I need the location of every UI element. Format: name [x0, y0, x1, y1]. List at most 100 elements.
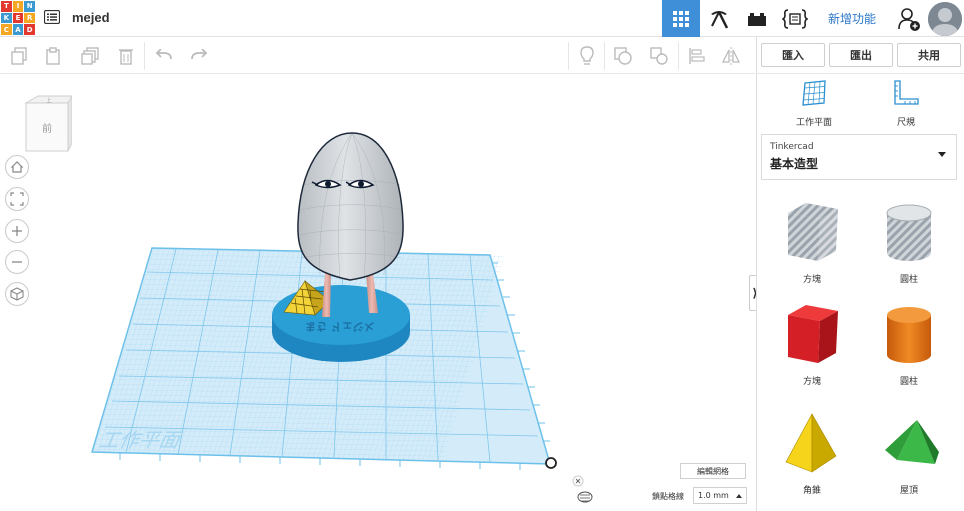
3d-viewport[interactable]: 工作平面 メジェド さま 上 前 編輯網格 鎖點格線 1.0 mm [0, 75, 755, 511]
logo-letter: T [1, 1, 12, 12]
zoom-out-button[interactable] [5, 250, 29, 274]
cube-perspective-icon [10, 287, 24, 301]
caret-down-icon [938, 152, 946, 157]
mirror-button[interactable] [718, 43, 744, 69]
align-icon [689, 48, 705, 64]
zoom-in-button[interactable] [5, 219, 29, 243]
align-button[interactable] [684, 43, 710, 69]
plus-icon [12, 226, 22, 236]
home-view-button[interactable] [5, 155, 29, 179]
shape-pyramid[interactable]: 角錐 [772, 410, 852, 496]
grid-resize-handle[interactable] [545, 457, 557, 469]
duplicate-icon [81, 47, 99, 65]
scene-canvas[interactable]: 工作平面 メジェド さま [0, 75, 755, 511]
ungroup-button[interactable] [646, 43, 672, 69]
fit-view-button[interactable] [5, 187, 29, 211]
share-button[interactable]: 共用 [897, 43, 961, 67]
layers-icon[interactable] [577, 491, 593, 503]
fit-all-icon [10, 192, 24, 206]
toolbar-divider [678, 42, 679, 70]
shape-label: 方塊 [802, 275, 821, 285]
ruler-tool[interactable]: 尺規 [866, 79, 946, 128]
list-menu-icon[interactable] [44, 10, 60, 24]
workplane-icon [802, 80, 826, 106]
base-engraved-text: メジェド さま [305, 320, 375, 333]
snap-grid-select[interactable]: 1.0 mm [693, 487, 747, 504]
logo-letter: I [12, 1, 24, 12]
yellow-pyramid-icon [785, 412, 837, 473]
ruler-icon [894, 80, 919, 105]
medjed-body[interactable] [297, 132, 404, 281]
3d-design-button[interactable] [662, 0, 700, 37]
group-button[interactable] [610, 43, 636, 69]
logo-letter: A [12, 24, 24, 35]
shape-roof[interactable]: 屋頂 [869, 410, 949, 496]
tinkercad-app: T I N K E R C A D mejed 新增功能 工作平面 メジェド さ… [0, 0, 964, 511]
workplane-watermark: 工作平面 [97, 428, 186, 452]
green-roof-icon [885, 420, 939, 464]
shape-label: 角錐 [802, 486, 821, 496]
undo-button[interactable] [151, 43, 177, 69]
shape-cylinder[interactable]: 圓柱 [869, 301, 949, 387]
user-avatar[interactable] [928, 2, 962, 36]
shape-library-dropdown[interactable]: Tinkercad 基本造型 [761, 134, 957, 180]
shape-label: 圓柱 [899, 275, 918, 285]
group-shapes-icon [614, 47, 632, 65]
add-user-button[interactable] [892, 0, 926, 37]
logo-letter: K [1, 12, 12, 24]
caret-up-icon [736, 494, 742, 498]
minus-icon [12, 261, 22, 263]
logo-letter: N [24, 1, 35, 12]
copy-button[interactable] [6, 43, 32, 69]
notes-button[interactable] [574, 43, 600, 69]
codeblocks-button[interactable] [776, 0, 814, 37]
edit-toolbar [0, 38, 755, 74]
striped-cylinder-icon [886, 204, 932, 261]
cylinder-base[interactable]: メジェド さま [272, 285, 410, 362]
delete-button[interactable] [113, 43, 139, 69]
undo-arrow-icon [155, 49, 172, 60]
pickaxe-icon [711, 10, 729, 29]
shape-label: 屋頂 [899, 486, 918, 496]
toolbar-divider [604, 42, 605, 70]
blocks-button[interactable] [700, 0, 738, 37]
top-bar: T I N K E R C A D mejed 新增功能 [0, 0, 964, 37]
grid-view-icon [673, 10, 689, 27]
paste-button[interactable] [40, 43, 66, 69]
new-features-button[interactable]: 新增功能 [814, 0, 890, 37]
snap-grid-value: 1.0 mm [698, 491, 729, 500]
home-icon [10, 161, 24, 173]
edit-grid-button[interactable]: 編輯網格 [680, 463, 746, 479]
library-name-label: 基本造型 [770, 157, 819, 171]
brick-icon [748, 12, 766, 26]
redo-arrow-icon [191, 49, 208, 60]
library-source-label: Tinkercad [770, 142, 814, 152]
tinkercad-logo[interactable]: T I N K E R C A D [1, 1, 35, 35]
redo-button[interactable] [186, 43, 212, 69]
shape-label: 方塊 [802, 377, 821, 387]
grid-clear-icon[interactable] [572, 475, 584, 487]
toolbar-divider [568, 42, 569, 70]
logo-letter: E [12, 12, 24, 24]
striped-box-icon [788, 203, 838, 261]
import-button[interactable]: 匯入 [761, 43, 825, 67]
workplane-tool-label: 工作平面 [795, 118, 832, 128]
mirror-icon [721, 47, 741, 65]
workplane-tool[interactable]: 工作平面 [774, 79, 854, 128]
document-title[interactable]: mejed [72, 10, 110, 25]
snap-grid-label: 鎖點格線 [652, 492, 684, 501]
shape-box[interactable]: 方塊 [772, 301, 852, 387]
orange-cylinder-icon [887, 307, 931, 363]
red-box-icon [788, 305, 838, 363]
export-button[interactable]: 匯出 [829, 43, 893, 67]
logo-letter: D [24, 24, 35, 35]
lightbulb-icon [580, 46, 594, 65]
shape-cylinder-hole[interactable]: 圓柱 [869, 199, 949, 285]
duplicate-button[interactable] [77, 43, 103, 69]
bricks-button[interactable] [738, 0, 776, 37]
viewcube-front-label: 前 [42, 122, 52, 135]
projection-toggle-button[interactable] [5, 282, 29, 306]
ungroup-shapes-icon [650, 47, 668, 65]
view-cube[interactable]: 上 前 [22, 95, 72, 153]
shape-box-hole[interactable]: 方塊 [772, 199, 852, 285]
